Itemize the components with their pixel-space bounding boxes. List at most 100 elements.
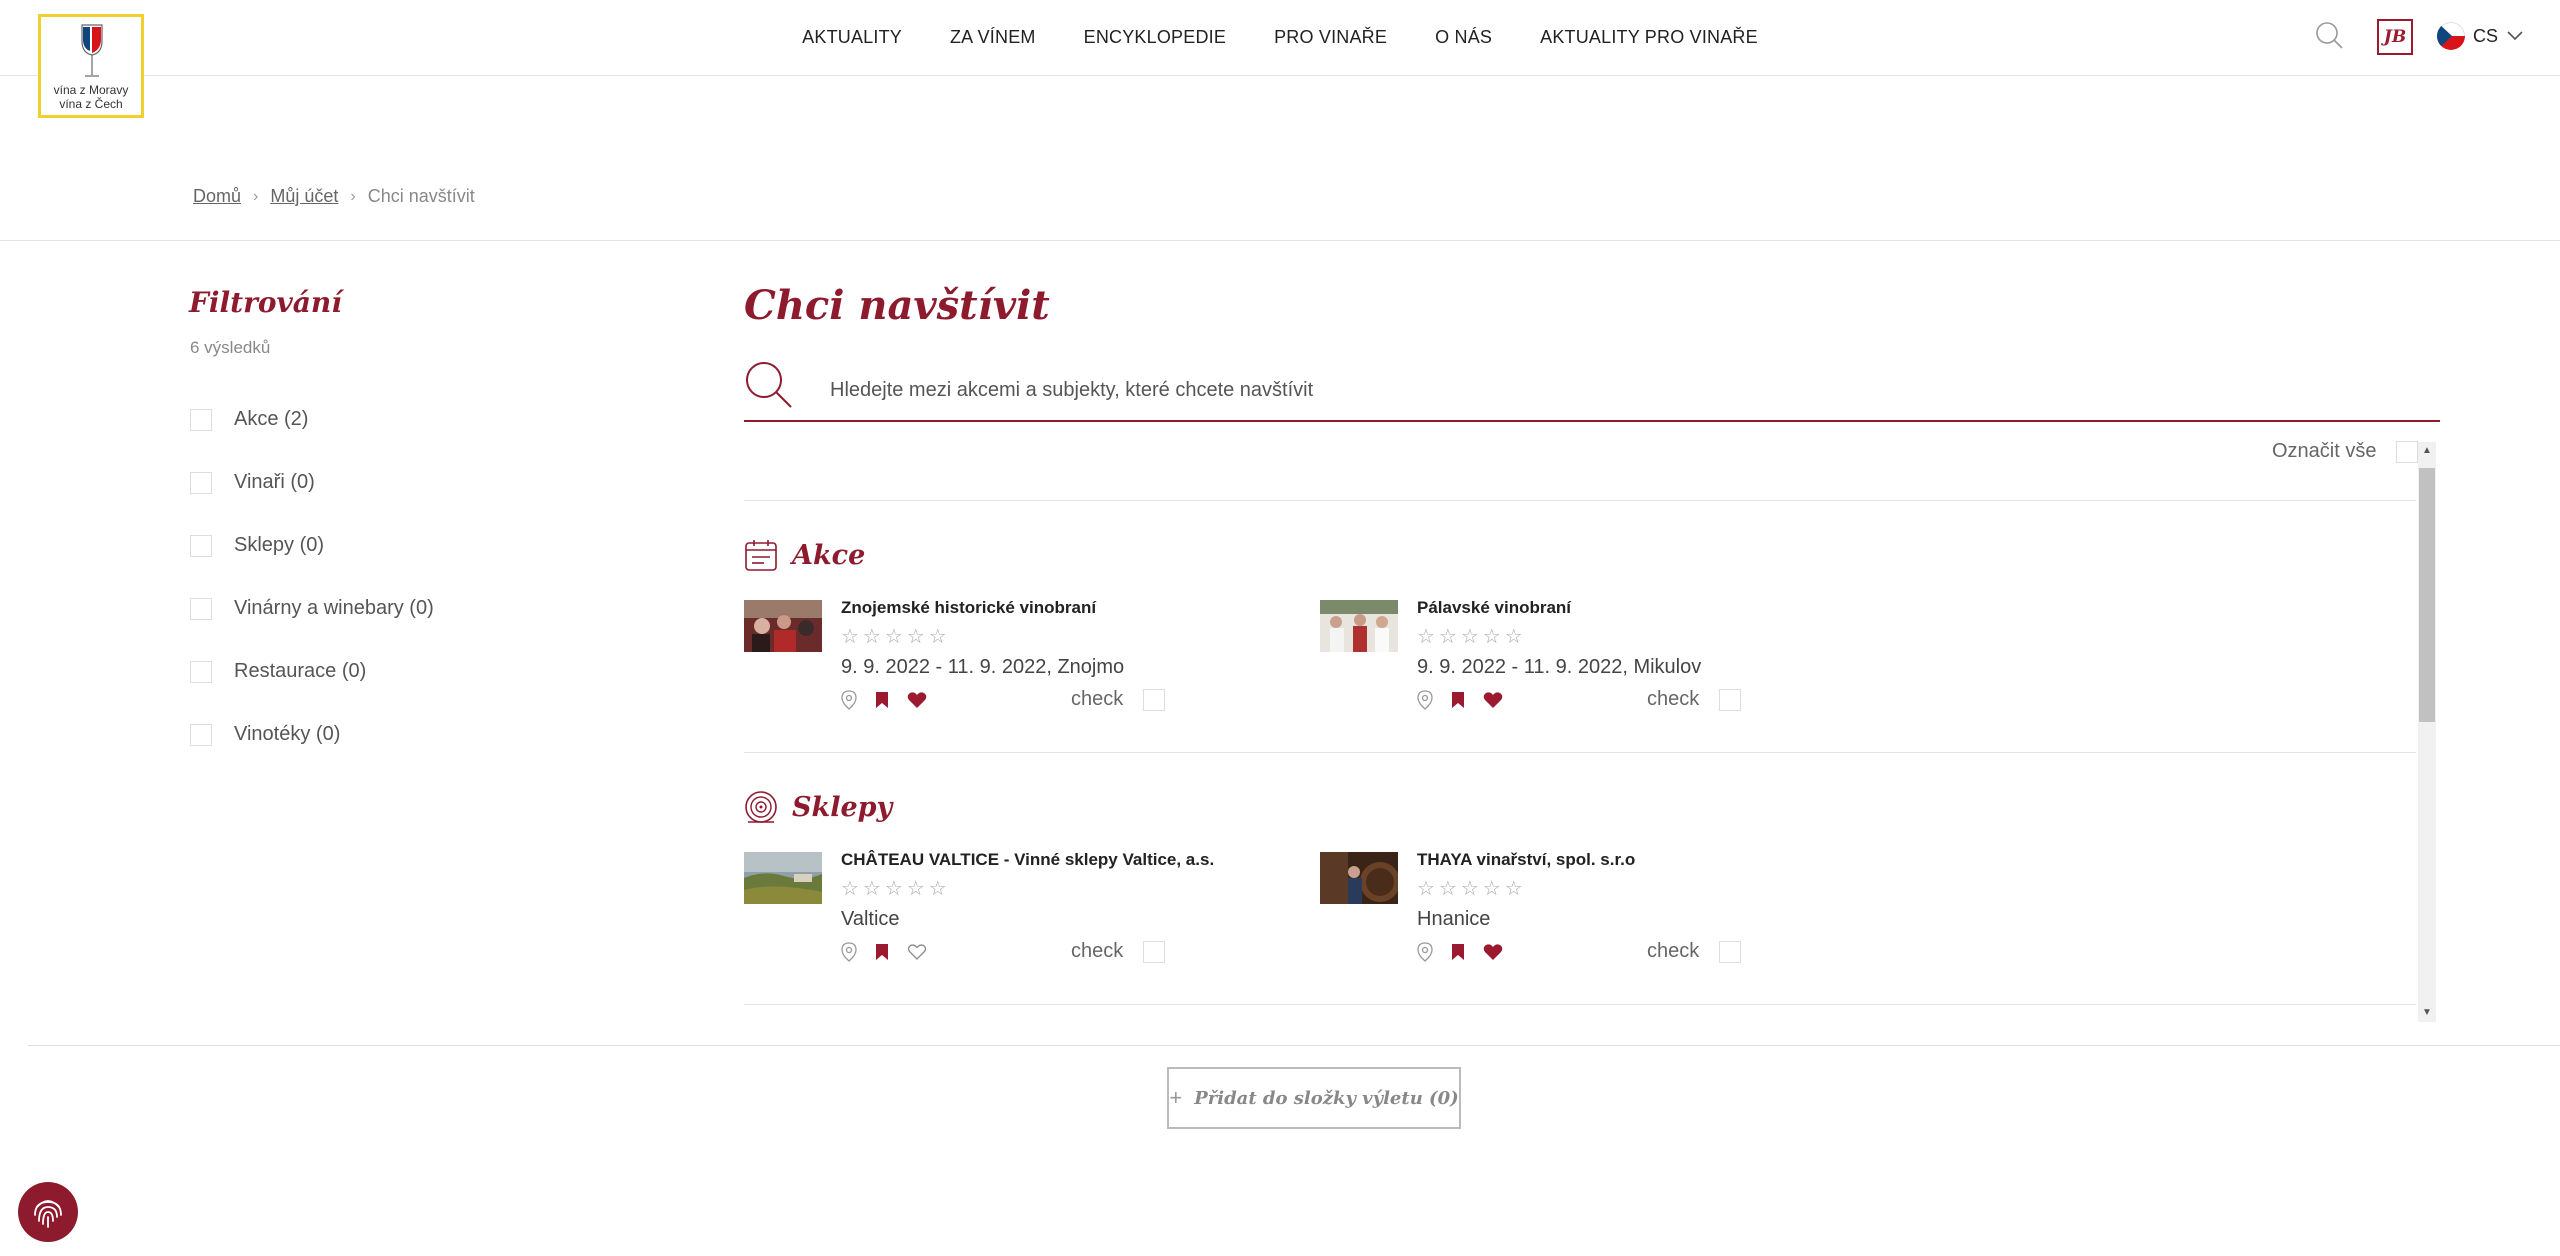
item-checkbox[interactable] (1719, 688, 1742, 711)
language-code: CS (2473, 25, 2499, 46)
scrollbar[interactable]: ▲ ▼ (2418, 442, 2436, 1022)
list-item[interactable]: THAYA vinařství, spol. s.r.o ☆☆☆☆☆ Hnani… (1320, 850, 1880, 970)
nav-item-aktuality-pro-vinare[interactable]: AKTUALITY PRO VINAŘE (1516, 27, 1782, 48)
calendar-icon (745, 540, 777, 571)
item-checkbox[interactable] (1719, 940, 1742, 963)
winery-photo[interactable] (744, 852, 822, 904)
breadcrumb-current: Chci navštívit (367, 186, 475, 206)
map-pin-icon[interactable] (841, 690, 857, 710)
item-check[interactable]: check (1071, 688, 1166, 711)
section-sklepy: Sklepy CHÂTEAU VALTICE - Vinné sklepy Va… (744, 790, 2416, 1000)
user-account-button[interactable]: JB (2377, 19, 2413, 55)
scroll-down-arrow-icon[interactable]: ▼ (2422, 1008, 2432, 1018)
heart-icon[interactable] (907, 691, 927, 709)
item-checkbox[interactable] (1143, 688, 1166, 711)
breadcrumb-my-account[interactable]: Můj účet (270, 186, 338, 207)
search-icon (2316, 22, 2343, 49)
site-logo[interactable]: vína z Moravy vína z Čech (38, 14, 144, 118)
item-checkbox[interactable] (1143, 940, 1166, 963)
divider (744, 1004, 2416, 1005)
search-button[interactable] (2314, 20, 2346, 52)
divider (744, 752, 2416, 753)
rating-stars[interactable]: ☆☆☆☆☆ (841, 876, 951, 901)
item-meta: Hnanice (1417, 908, 1491, 930)
section-header: Sklepy (744, 790, 892, 824)
breadcrumb-home[interactable]: Domů (193, 186, 241, 207)
divider (744, 500, 2416, 501)
heart-icon[interactable] (1483, 943, 1503, 961)
heart-outline-icon[interactable] (907, 943, 927, 961)
filter-checkbox[interactable] (190, 660, 212, 683)
page-title: Chci navštívit (744, 282, 1050, 329)
search-input[interactable] (830, 370, 2330, 410)
map-pin-icon[interactable] (1417, 690, 1433, 710)
filter-checkbox[interactable] (190, 597, 212, 620)
filter-list: Akce (2) Vinaři (0) Sklepy (0) Vinárny a… (190, 388, 434, 766)
nav-item-encyklopedie[interactable]: ENCYKLOPEDIE (1060, 27, 1250, 48)
bookmark-icon[interactable] (1451, 691, 1465, 709)
list-item[interactable]: Znojemské historické vinobraní ☆☆☆☆☆ 9. … (744, 598, 1304, 718)
map-pin-icon[interactable] (841, 942, 857, 962)
filter-akce[interactable]: Akce (2) (190, 388, 434, 451)
item-check[interactable]: check (1647, 940, 1742, 963)
list-item[interactable]: CHÂTEAU VALTICE - Vinné sklepy Valtice, … (744, 850, 1304, 970)
list-item[interactable]: Pálavské vinobraní ☆☆☆☆☆ 9. 9. 2022 - 11… (1320, 598, 1880, 718)
filter-restaurace[interactable]: Restaurace (0) (190, 640, 434, 703)
cookie-settings-button[interactable] (18, 1182, 78, 1242)
add-button-label: Přidat do složky výletu (0) (1194, 1087, 1459, 1109)
divider (0, 240, 2560, 241)
item-actions (841, 942, 927, 962)
section-header: Akce (744, 538, 865, 572)
item-name[interactable]: THAYA vinařství, spol. s.r.o (1417, 850, 1635, 870)
map-pin-icon[interactable] (1417, 942, 1433, 962)
filter-checkbox[interactable] (190, 723, 212, 746)
section-akce: Akce Znojemské historické vinobraní ☆☆☆☆… (744, 538, 2416, 748)
nav-item-o-nas[interactable]: O NÁS (1411, 27, 1516, 48)
filter-vinarny[interactable]: Vinárny a winebary (0) (190, 577, 434, 640)
item-meta: Valtice (841, 908, 900, 930)
check-label: check (1071, 688, 1124, 710)
plus-icon: + (1169, 1085, 1183, 1110)
scroll-up-arrow-icon[interactable]: ▲ (2422, 446, 2432, 456)
wishlist-scroll-area[interactable]: Akce Znojemské historické vinobraní ☆☆☆☆… (744, 440, 2438, 1022)
section-title: Sklepy (792, 791, 893, 823)
heart-icon[interactable] (1483, 691, 1503, 709)
results-count: 6 výsledků (190, 338, 271, 357)
event-photo[interactable] (1320, 600, 1398, 652)
language-switcher[interactable]: CS (2437, 22, 2524, 50)
item-check[interactable]: check (1071, 940, 1166, 963)
filter-vinoteky[interactable]: Vinotéky (0) (190, 703, 434, 766)
divider (28, 1045, 2560, 1046)
nav-item-aktuality[interactable]: AKTUALITY (778, 27, 926, 48)
section-title: Akce (792, 539, 866, 571)
event-photo[interactable] (744, 600, 822, 652)
nav-item-za-vinem[interactable]: ZA VÍNEM (926, 27, 1060, 48)
filter-sklepy[interactable]: Sklepy (0) (190, 514, 434, 577)
filter-checkbox[interactable] (190, 471, 212, 494)
rating-stars[interactable]: ☆☆☆☆☆ (1417, 876, 1527, 901)
filter-checkbox[interactable] (190, 534, 212, 557)
item-actions (841, 690, 927, 710)
bookmark-icon[interactable] (875, 691, 889, 709)
item-check[interactable]: check (1647, 688, 1742, 711)
breadcrumb: Domů › Můj účet › Chci navštívit (193, 186, 475, 207)
chevron-down-icon (2507, 31, 2523, 41)
breadcrumb-separator: › (350, 187, 356, 205)
item-name[interactable]: Pálavské vinobraní (1417, 598, 1571, 618)
add-to-trip-folder-button[interactable]: + Přidat do složky výletu (0) (1167, 1067, 1461, 1129)
scrollbar-thumb[interactable] (2419, 468, 2435, 722)
bookmark-icon[interactable] (1451, 943, 1465, 961)
nav-item-pro-vinare[interactable]: PRO VINAŘE (1250, 27, 1411, 48)
item-actions (1417, 690, 1503, 710)
rating-stars[interactable]: ☆☆☆☆☆ (841, 624, 951, 649)
bookmark-icon[interactable] (875, 943, 889, 961)
item-name[interactable]: Znojemské historické vinobraní (841, 598, 1096, 618)
logo-text: vína z Moravy vína z Čech (53, 83, 129, 111)
item-meta: 9. 9. 2022 - 11. 9. 2022, Znojmo (841, 656, 1125, 678)
filter-vinari[interactable]: Vinaři (0) (190, 451, 434, 514)
item-name[interactable]: CHÂTEAU VALTICE - Vinné sklepy Valtice, … (841, 850, 1214, 870)
rating-stars[interactable]: ☆☆☆☆☆ (1417, 624, 1527, 649)
filter-checkbox[interactable] (190, 408, 212, 431)
check-label: check (1071, 940, 1124, 962)
winery-photo[interactable] (1320, 852, 1398, 904)
